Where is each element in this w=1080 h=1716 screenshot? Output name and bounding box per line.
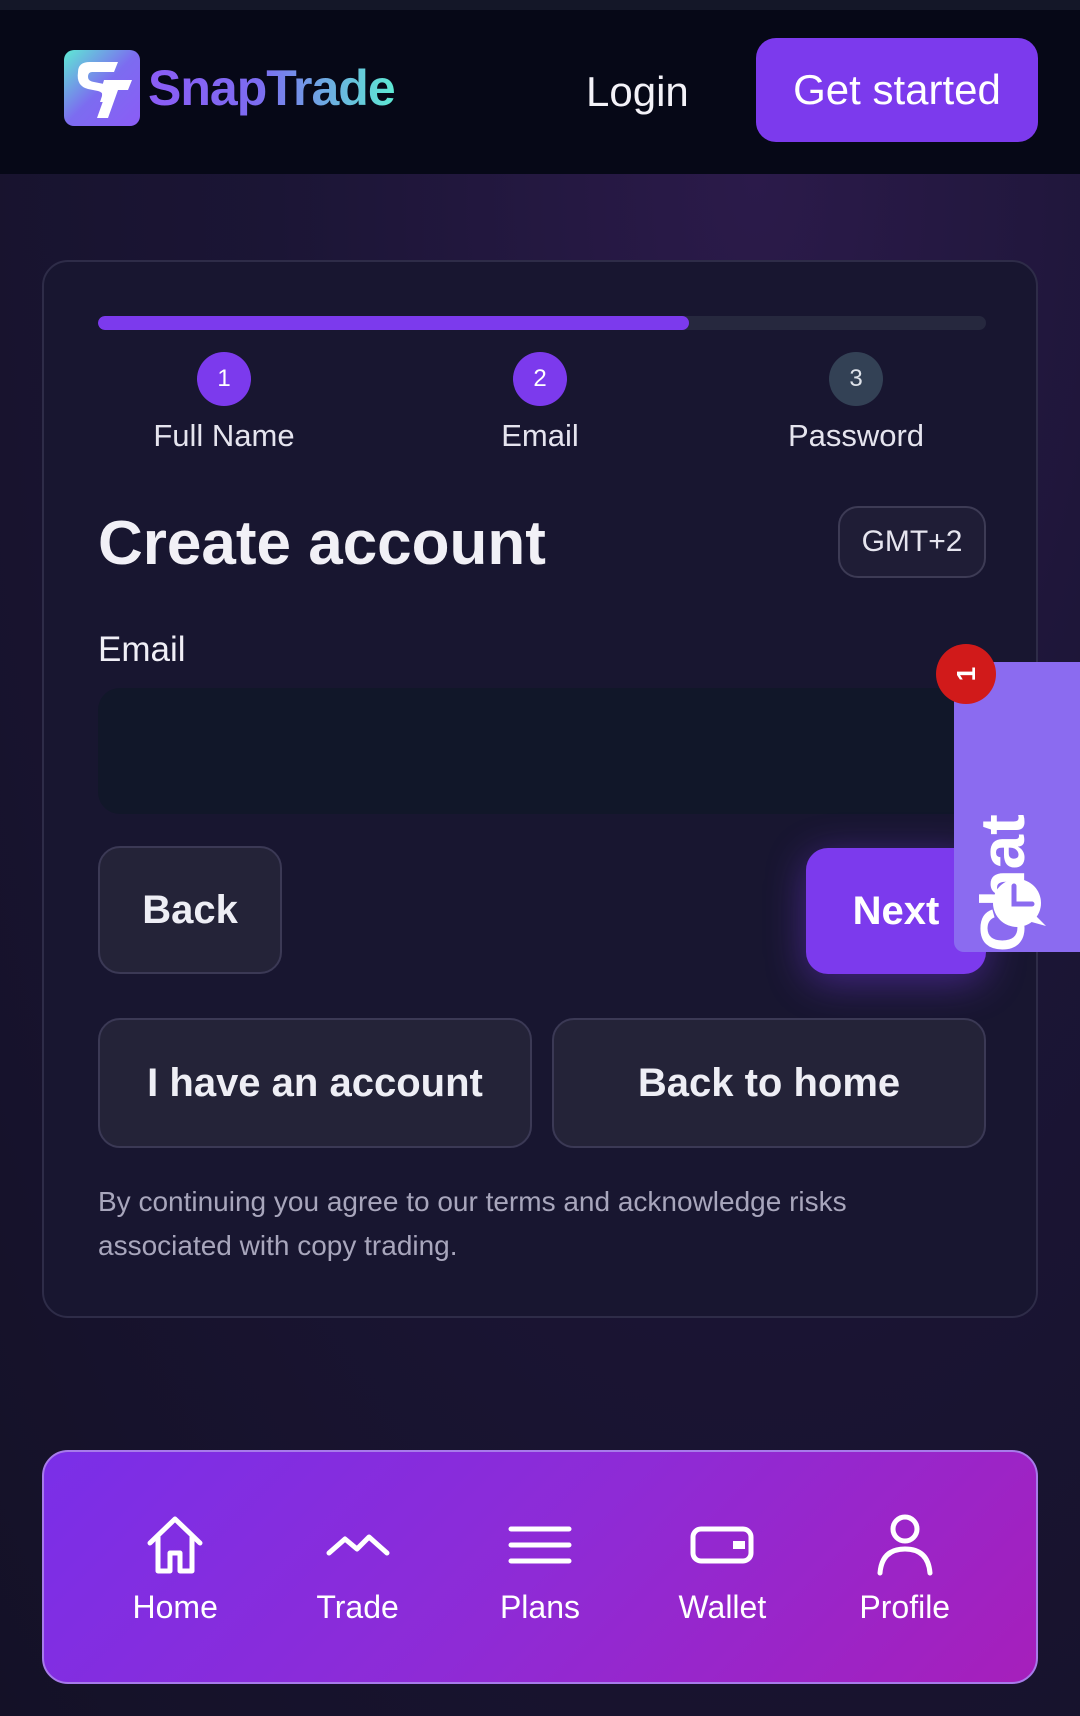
nav-item-wallet[interactable]: Wallet (637, 1509, 807, 1626)
home-icon (147, 1516, 203, 1573)
progress-bar (98, 316, 986, 330)
nav-item-profile[interactable]: Profile (820, 1509, 990, 1626)
nav-label: Profile (859, 1588, 951, 1625)
timezone-badge: GMT+2 (838, 506, 986, 578)
brand-name: SnapTrade (148, 60, 396, 116)
step-number: 1 (197, 352, 251, 406)
nav-label: Wallet (678, 1588, 767, 1625)
progress-bar-fill (98, 316, 689, 330)
chat-widget-button[interactable]: Chat (954, 662, 1080, 952)
terms-text: By continuing you agree to our terms and… (98, 1186, 847, 1261)
nav-item-plans[interactable]: Plans (455, 1509, 625, 1626)
step-full-name: 1 Full Name (124, 352, 324, 454)
get-started-button[interactable]: Get started (756, 38, 1038, 142)
nav-label: Trade (316, 1588, 399, 1625)
brand-logo[interactable]: SnapTrade (64, 50, 396, 126)
user-icon (877, 1514, 933, 1575)
step-number: 2 (513, 352, 567, 406)
have-account-button[interactable]: I have an account (98, 1018, 532, 1148)
step-label: Password (787, 418, 925, 453)
back-to-home-button[interactable]: Back to home (552, 1018, 986, 1148)
menu-icon (508, 1526, 572, 1563)
bottom-navigation: Home Trade Plans Wallet Profile (42, 1450, 1038, 1684)
status-strip (0, 0, 1080, 10)
trend-icon (326, 1534, 390, 1555)
snaptrade-logo-icon (64, 50, 140, 126)
login-link[interactable]: Login (586, 68, 689, 116)
step-number: 3 (829, 352, 883, 406)
page-title: Create account (98, 509, 546, 578)
chat-bubble-icon (993, 879, 1046, 927)
nav-item-home[interactable]: Home (90, 1509, 260, 1626)
step-label: Email (501, 418, 579, 453)
email-label: Email (98, 630, 186, 669)
signup-card: 1 Full Name 2 Email 3 Password Create ac… (42, 260, 1038, 1318)
back-button[interactable]: Back (98, 846, 282, 974)
step-label: Full Name (153, 418, 295, 453)
nav-item-trade[interactable]: Trade (273, 1509, 443, 1626)
top-header: SnapTrade Login Get started (0, 10, 1080, 174)
step-password: 3 Password (756, 352, 956, 454)
step-email: 2 Email (440, 352, 640, 454)
wallet-icon (690, 1526, 754, 1563)
nav-label: Home (132, 1588, 218, 1625)
email-input[interactable] (98, 688, 986, 814)
nav-label: Plans (499, 1588, 580, 1625)
chat-unread-badge: 1 (936, 644, 996, 704)
